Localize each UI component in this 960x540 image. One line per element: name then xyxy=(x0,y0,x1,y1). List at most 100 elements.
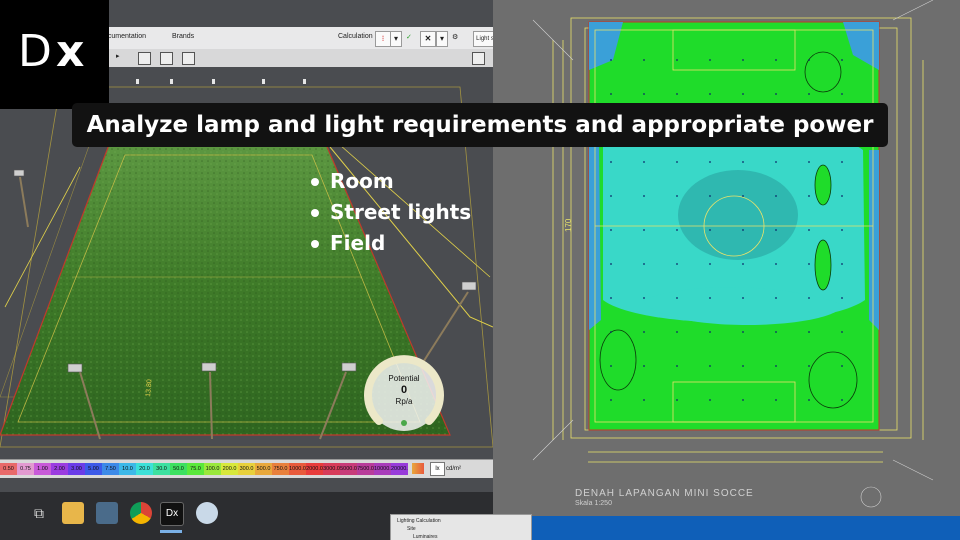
bullet-room: Room xyxy=(308,166,471,197)
calc-point xyxy=(742,161,744,163)
calc-point xyxy=(610,195,612,197)
bullet-list: Room Street lights Field xyxy=(308,166,471,259)
calc-point xyxy=(676,59,678,61)
legend-swatch: 3000.0 xyxy=(323,463,340,475)
false-color-legend: 0.50 0.75 1.00 2.00 3.00 5.00 7.50 10.0 20.0 30.0… xyxy=(0,459,493,478)
unit-lx-button[interactable]: lx xyxy=(430,462,445,476)
calc-point xyxy=(610,297,612,299)
legend-swatch: 300.0 xyxy=(238,463,255,475)
calc-point xyxy=(610,365,612,367)
calc-point xyxy=(643,195,645,197)
gear-icon[interactable]: ⚙ xyxy=(452,33,458,41)
calc-point xyxy=(808,297,810,299)
task-view-icon[interactable]: ⧉ xyxy=(28,502,50,524)
calc-point xyxy=(676,297,678,299)
calc-point xyxy=(610,229,612,231)
calc-point xyxy=(709,297,711,299)
photos-icon[interactable] xyxy=(96,502,118,524)
tree-item-site[interactable]: Site xyxy=(407,526,416,532)
legend-swatch: 5000.0 xyxy=(340,463,357,475)
calc-point xyxy=(709,59,711,61)
legend-swatch: 3.00 xyxy=(68,463,85,475)
calc-point xyxy=(841,297,843,299)
legend-swatch: 1.00 xyxy=(34,463,51,475)
tab-light-scenes[interactable]: Light s xyxy=(473,31,493,47)
tab-documentation[interactable]: ocumentation xyxy=(104,33,146,40)
calc-point xyxy=(742,195,744,197)
legend-swatch: 50.0 xyxy=(170,463,187,475)
calc-point xyxy=(808,229,810,231)
cancel-calc-button[interactable]: ✕ xyxy=(420,31,436,47)
calc-point xyxy=(676,93,678,95)
tab-brands[interactable]: Brands xyxy=(172,33,194,40)
calc-point xyxy=(808,59,810,61)
arrow-icon[interactable]: ▸ xyxy=(116,52,120,60)
calc-point xyxy=(709,263,711,265)
bullet-street-lights: Street lights xyxy=(308,197,471,228)
legend-swatch: 7.50 xyxy=(102,463,119,475)
calc-point xyxy=(643,263,645,265)
calc-point xyxy=(742,263,744,265)
calc-point xyxy=(643,297,645,299)
layers-tool-icon[interactable] xyxy=(182,52,195,65)
calc-point xyxy=(676,195,678,197)
calc-point xyxy=(610,161,612,163)
calc-point xyxy=(841,399,843,401)
calc-point xyxy=(775,399,777,401)
legend-swatch: 100.0 xyxy=(204,463,221,475)
dx-app-icon[interactable]: Dx xyxy=(160,502,184,526)
calc-point xyxy=(841,161,843,163)
legend-swatch: 500.0 xyxy=(255,463,272,475)
calc-color-button[interactable]: ⁝ xyxy=(375,31,391,47)
grid-tool-icon[interactable] xyxy=(160,52,173,65)
calc-point xyxy=(610,331,612,333)
calc-point xyxy=(808,263,810,265)
active-app-indicator xyxy=(160,530,182,533)
calc-point xyxy=(775,263,777,265)
calc-point xyxy=(676,365,678,367)
cancel-dropdown-icon[interactable]: ▾ xyxy=(436,31,448,47)
calc-point xyxy=(709,229,711,231)
legend-swatch: 200.0 xyxy=(221,463,238,475)
check-icon[interactable]: ✓ xyxy=(406,33,412,41)
paint-icon[interactable] xyxy=(196,502,218,524)
calc-point xyxy=(643,399,645,401)
select-tool-icon[interactable] xyxy=(138,52,151,65)
calc-point xyxy=(709,195,711,197)
calc-point xyxy=(676,161,678,163)
right-contour-plan: 170 DENAH LAPANGAN MINI SOCCE Skala 1:25… xyxy=(493,0,960,516)
monitor-icon[interactable] xyxy=(472,52,485,65)
calc-point xyxy=(676,229,678,231)
plan-title: DENAH LAPANGAN MINI SOCCE xyxy=(575,488,754,499)
tree-item-calculation[interactable]: Lighting Calculation xyxy=(397,518,441,524)
legend-gradient-icon[interactable] xyxy=(412,463,424,474)
calc-point xyxy=(808,195,810,197)
logo-letter-d: D xyxy=(18,26,52,77)
calc-point xyxy=(709,161,711,163)
calc-point xyxy=(709,365,711,367)
legend-swatch: 10000.0 xyxy=(374,463,391,475)
calc-point xyxy=(841,263,843,265)
chrome-icon[interactable] xyxy=(130,502,152,524)
gauge-label: Potential xyxy=(388,374,420,383)
calc-point xyxy=(775,297,777,299)
calc-dropdown-icon[interactable]: ▾ xyxy=(390,31,402,47)
calc-point xyxy=(808,399,810,401)
calc-point xyxy=(742,399,744,401)
calc-point xyxy=(676,331,678,333)
calc-point xyxy=(643,331,645,333)
gauge-unit: Rp/a xyxy=(395,397,413,406)
illuminance-contour-map[interactable]: 170 xyxy=(493,0,960,516)
file-explorer-icon[interactable] xyxy=(62,502,84,524)
calc-point xyxy=(841,229,843,231)
legend-swatch: 20000.0 xyxy=(391,463,408,475)
calc-point xyxy=(841,365,843,367)
calculation-label: Calculation xyxy=(338,33,373,40)
calc-point xyxy=(841,59,843,61)
legend-swatch: 2000.0 xyxy=(306,463,323,475)
legend-swatch: 0.75 xyxy=(17,463,34,475)
tree-item-luminaires[interactable]: Luminaires xyxy=(413,534,437,540)
legend-swatch: 5.00 xyxy=(85,463,102,475)
calc-point xyxy=(775,331,777,333)
calc-point xyxy=(709,93,711,95)
